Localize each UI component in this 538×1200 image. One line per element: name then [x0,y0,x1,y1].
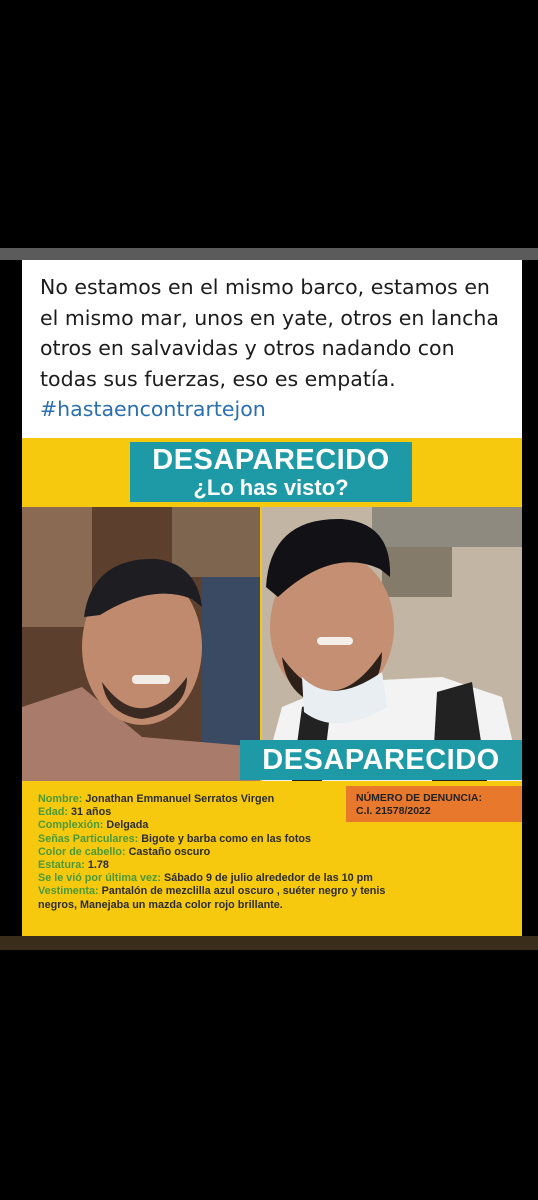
caption-text: No estamos en el mismo barco, estamos en… [40,275,499,391]
estatura-label: Estatura: [38,859,85,872]
post-card: No estamos en el mismo barco, estamos en… [22,260,522,936]
info-edad: Edad: 31 años [38,806,422,819]
info-vestimenta: Vestimenta: Pantalón de mezclilla azul o… [38,885,422,911]
estatura-value: 1.78 [87,859,109,872]
edad-value: 31 años [71,806,112,819]
senas-value: Bigote y barba como en las fotos [141,832,312,845]
top-banner: DESAPARECIDO ¿Lo has visto? [130,442,412,502]
edad-label: Edad: [38,806,68,819]
nombre-value: Jonathan Emmanuel Serratos Virgen [85,793,275,805]
missing-person-poster: DESAPARECIDO ¿Lo has visto? DESAPARECIDO… [22,438,522,936]
banner-subtitle: ¿Lo has visto? [193,475,349,500]
info-cabello: Color de cabello: Castaño oscuro [38,846,422,859]
visto-value: Sábado 9 de julio alrededor de las 10 pm [164,872,373,885]
bottom-divider-bar [0,936,538,950]
info-complexion: Complexión: Delgada [38,819,422,832]
banner-title: DESAPARECIDO [152,444,390,476]
info-visto: Se le vió por última vez: Sábado 9 de ju… [38,872,508,885]
info-senas: Señas Particulares: Bigote y barba como … [38,833,422,846]
senas-label: Señas Particulares: [38,832,139,845]
photo-left [22,507,260,781]
info-nombre: Nombre: Jonathan Emmanuel Serratos Virge… [38,793,422,806]
bottom-banner: DESAPARECIDO [240,740,522,780]
person-info: Nombre: Jonathan Emmanuel Serratos Virge… [38,793,422,912]
hashtag-link[interactable]: #hastaencontrartejon [40,397,266,421]
top-divider-bar [0,248,538,260]
post-caption: No estamos en el mismo barco, estamos en… [22,260,522,438]
complexion-label: Complexión: [38,819,104,832]
nombre-label: Nombre: [38,793,83,805]
visto-label: Se le vió por última vez: [38,872,161,885]
complexion-value: Delgada [106,819,149,832]
info-estatura: Estatura: 1.78 [38,859,422,872]
cabello-value: Castaño oscuro [128,845,211,858]
vestimenta-label: Vestimenta: [38,885,99,898]
cabello-label: Color de cabello: [38,845,126,858]
